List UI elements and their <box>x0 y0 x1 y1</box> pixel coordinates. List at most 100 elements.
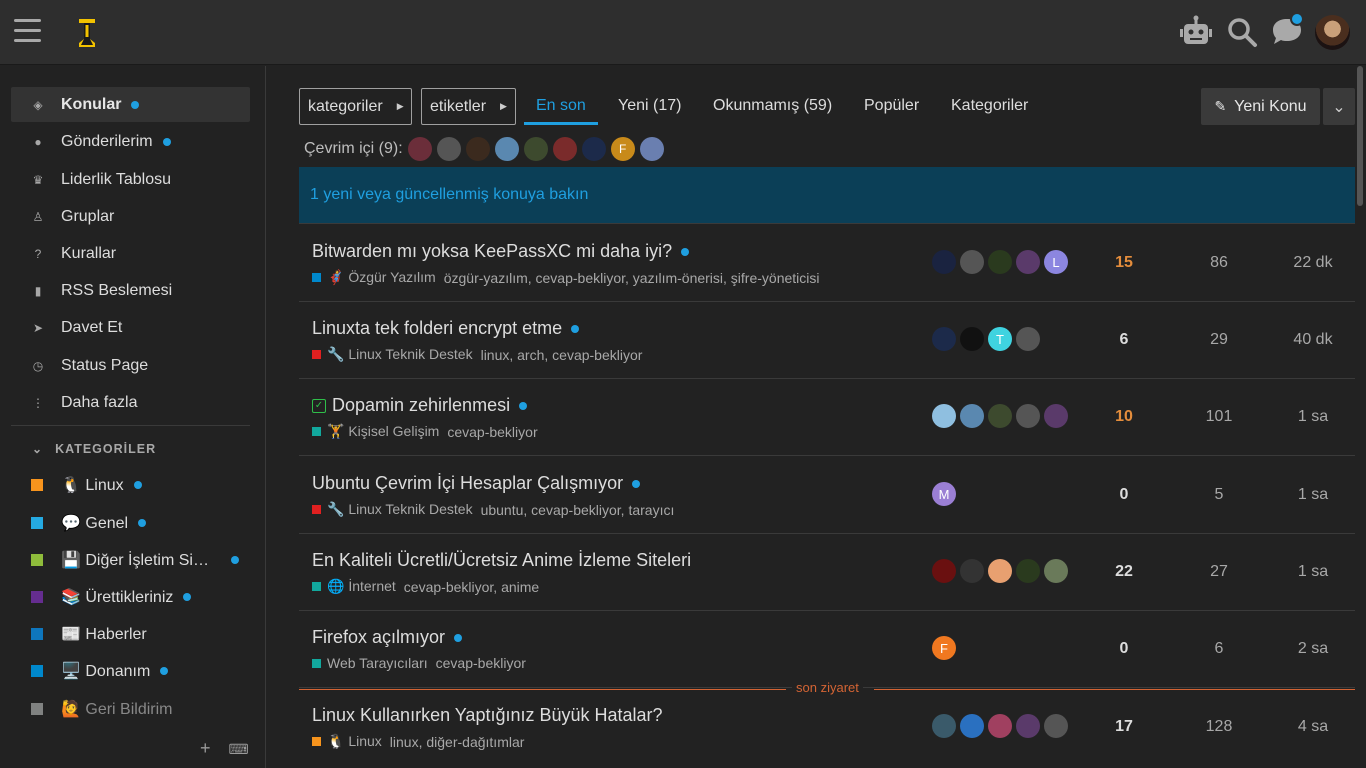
topic-category-link[interactable]: 🌐 İnternet <box>327 578 396 595</box>
online-user-avatar[interactable] <box>581 137 606 161</box>
tab-en-son[interactable]: En son <box>536 97 586 115</box>
topic-category-link[interactable]: 🔧 Linux Teknik Destek <box>327 501 473 518</box>
poster-avatar[interactable]: M <box>932 482 956 506</box>
online-user-avatar[interactable] <box>465 137 490 161</box>
tab-populer[interactable]: Popüler <box>864 97 919 115</box>
topic-row[interactable]: Linuxta tek folderi encrypt etme 🔧 Linux … <box>299 302 1355 379</box>
topic-category-link[interactable]: 🔧 Linux Teknik Destek <box>327 346 473 363</box>
scrollbar[interactable] <box>1357 66 1363 206</box>
topic-tags[interactable]: cevap-bekliyor, anime <box>404 579 539 595</box>
user-avatar[interactable] <box>1315 15 1350 50</box>
poster-avatar[interactable] <box>960 327 984 351</box>
poster-avatar[interactable] <box>1016 559 1040 583</box>
search-icon[interactable] <box>1224 14 1260 50</box>
menu-icon[interactable] <box>14 19 41 45</box>
sidebar-item-rss[interactable]: ▮ RSS Beslemesi <box>11 273 250 308</box>
site-logo[interactable] <box>73 17 101 49</box>
poster-avatar[interactable] <box>932 714 956 738</box>
topic-title-link[interactable]: Ubuntu Çevrim İçi Hesaplar Çalışmıyor <box>312 473 641 494</box>
topic-tags[interactable]: ubuntu, cevap-bekliyor, tarayıcı <box>481 502 675 518</box>
poster-avatar[interactable] <box>988 404 1012 428</box>
poster-avatar[interactable] <box>988 250 1012 274</box>
poster-avatar[interactable] <box>1044 404 1068 428</box>
sidebar-category-geri-bildirim[interactable]: 🙋 Geri Bildirim <box>11 691 250 726</box>
topic-title-link[interactable]: Firefox açılmıyor <box>312 627 463 648</box>
topic-replies[interactable]: 10 <box>1094 408 1154 426</box>
topic-tags[interactable]: cevap-bekliyor <box>447 424 537 440</box>
topic-replies[interactable]: 0 <box>1094 640 1154 658</box>
poster-avatar[interactable] <box>960 559 984 583</box>
topic-category-link[interactable]: 🦸 Özgür Yazılım <box>327 269 436 286</box>
sidebar-category-genel[interactable]: 💬 Genel <box>11 505 250 540</box>
topic-title-link[interactable]: En Kaliteli Ücretli/Ücretsiz Anime İzlem… <box>312 550 691 571</box>
online-user-avatar[interactable] <box>436 137 461 161</box>
poster-avatar[interactable] <box>988 559 1012 583</box>
topic-tags[interactable]: cevap-bekliyor <box>436 655 526 671</box>
topic-row[interactable]: En Kaliteli Ücretli/Ücretsiz Anime İzlem… <box>299 534 1355 611</box>
plus-icon[interactable]: + <box>200 738 211 760</box>
sidebar-category-diger-isletim[interactable]: 💾 Diğer İşletim Si… <box>11 542 250 577</box>
topic-tags[interactable]: linux, arch, cevap-bekliyor <box>481 347 643 363</box>
online-user-avatar[interactable] <box>407 137 432 161</box>
topic-activity[interactable]: 40 dk <box>1283 331 1343 349</box>
poster-avatar[interactable] <box>1016 404 1040 428</box>
online-user-avatar[interactable]: F <box>610 137 635 161</box>
topic-row[interactable]: Linux Kullanırken Yaptığınız Büyük Hatal… <box>299 689 1355 766</box>
tab-kategoriler[interactable]: Kategoriler <box>951 97 1028 115</box>
poster-avatar[interactable] <box>1044 714 1068 738</box>
online-user-avatar[interactable] <box>494 137 519 161</box>
new-topic-dropdown[interactable]: ⌄ <box>1323 88 1355 125</box>
poster-avatar[interactable]: F <box>932 636 956 660</box>
topic-category-link[interactable]: 🏋️ Kişisel Gelişim <box>327 423 439 440</box>
sidebar-item-gruplar[interactable]: ♙ Gruplar <box>11 199 250 234</box>
poster-avatar[interactable] <box>960 714 984 738</box>
sidebar-item-status-page[interactable]: ◷ Status Page <box>11 348 250 383</box>
poster-avatar[interactable] <box>960 404 984 428</box>
topic-row[interactable]: Ubuntu Çevrim İçi Hesaplar Çalışmıyor 🔧 L… <box>299 457 1355 534</box>
poster-avatar[interactable] <box>1016 327 1040 351</box>
topic-title-link[interactable]: Linuxta tek folderi encrypt etme <box>312 318 580 339</box>
poster-avatar[interactable] <box>1016 714 1040 738</box>
poster-avatar[interactable]: T <box>988 327 1012 351</box>
poster-avatar[interactable] <box>932 559 956 583</box>
poster-avatar[interactable]: L <box>1044 250 1068 274</box>
tab-okunmamis[interactable]: Okunmamış (59) <box>713 97 832 115</box>
topic-tags[interactable]: özgür-yazılım, cevap-bekliyor, yazılım-ö… <box>444 270 820 286</box>
categories-dropdown[interactable]: kategoriler ▶ <box>299 88 412 125</box>
topic-row[interactable]: ✓ Dopamin zehirlenmesi 🏋️ Kişisel Gelişim c… <box>299 379 1355 456</box>
topic-activity[interactable]: 1 sa <box>1283 408 1343 426</box>
sidebar-item-kurallar[interactable]: ? Kurallar <box>11 236 250 271</box>
sidebar-category-linux[interactable]: 🐧 Linux <box>11 467 250 502</box>
new-topic-button[interactable]: ✎ Yeni Konu <box>1201 88 1320 125</box>
categories-section-toggle[interactable]: ⌄ KATEGORİLER <box>32 442 156 456</box>
topic-row[interactable]: Firefox açılmıyor Web Tarayıcıları cevap-b… <box>299 611 1355 688</box>
topic-replies[interactable]: 17 <box>1094 718 1154 736</box>
topic-activity[interactable]: 22 dk <box>1283 254 1343 272</box>
sidebar-item-liderlik[interactable]: ♛ Liderlik Tablosu <box>11 162 250 197</box>
topic-category-link[interactable]: 🐧 Linux <box>327 733 382 750</box>
tags-dropdown[interactable]: etiketler ▶ <box>421 88 516 125</box>
tab-yeni[interactable]: Yeni (17) <box>618 97 681 115</box>
sidebar-item-konular[interactable]: ◈ Konular <box>11 87 250 122</box>
poster-avatar[interactable] <box>960 250 984 274</box>
poster-avatar[interactable] <box>988 714 1012 738</box>
poster-avatar[interactable] <box>932 404 956 428</box>
sidebar-category-haberler[interactable]: 📰 Haberler <box>11 616 250 651</box>
topic-replies[interactable]: 0 <box>1094 486 1154 504</box>
poster-avatar[interactable] <box>932 250 956 274</box>
topic-activity[interactable]: 4 sa <box>1283 718 1343 736</box>
sidebar-category-urettikleriniz[interactable]: 📚 Ürettikleriniz <box>11 579 250 614</box>
online-user-avatar[interactable] <box>639 137 664 161</box>
topic-title-link[interactable]: ✓ Dopamin zehirlenmesi <box>312 395 528 416</box>
topic-replies[interactable]: 22 <box>1094 563 1154 581</box>
topic-title-link[interactable]: Linux Kullanırken Yaptığınız Büyük Hatal… <box>312 705 663 726</box>
sidebar-item-gonderilerim[interactable]: ● Gönderilerim <box>11 124 250 159</box>
topic-category-link[interactable]: Web Tarayıcıları <box>327 655 428 671</box>
sidebar-category-donanim[interactable]: 🖥️ Donanım <box>11 653 250 688</box>
topic-activity[interactable]: 1 sa <box>1283 563 1343 581</box>
topic-replies[interactable]: 6 <box>1094 331 1154 349</box>
sidebar-item-davet[interactable]: ➤ Davet Et <box>11 310 250 345</box>
topic-replies[interactable]: 15 <box>1094 254 1154 272</box>
topic-activity[interactable]: 2 sa <box>1283 640 1343 658</box>
poster-avatar[interactable] <box>1016 250 1040 274</box>
